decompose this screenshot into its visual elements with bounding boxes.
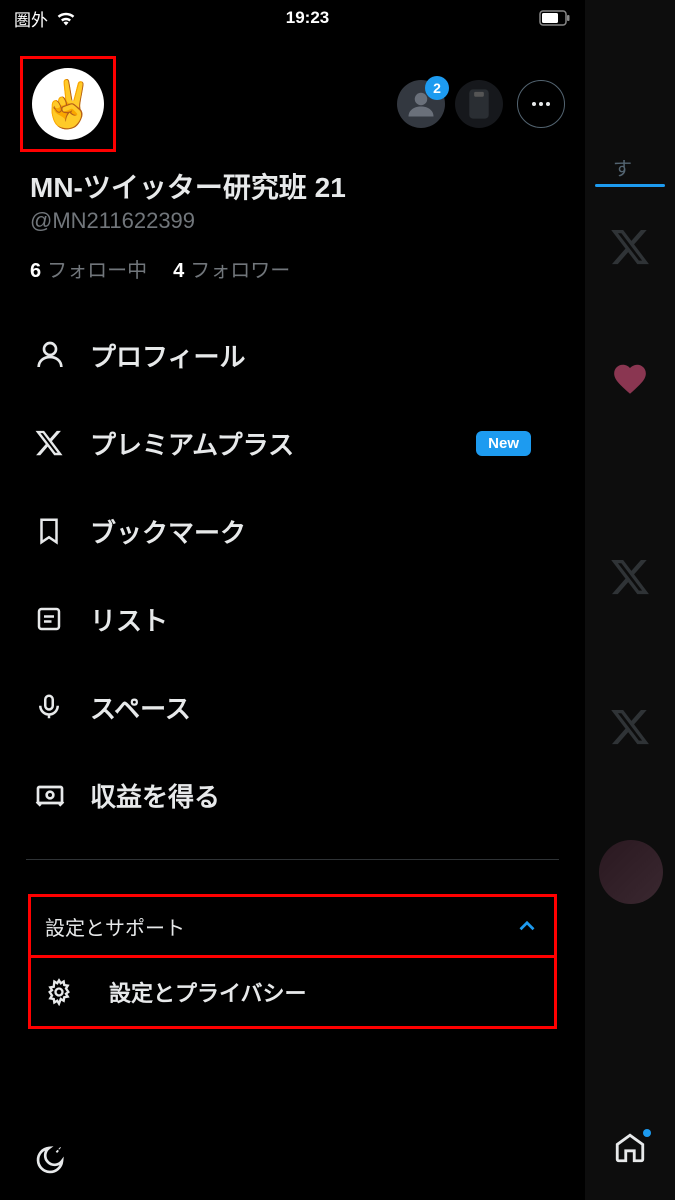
avatar-highlight: ✌️ [20, 56, 116, 152]
status-bar: 圏外 19:23 [0, 0, 585, 36]
settings-item-label: 設定とプライバシー [109, 976, 307, 1008]
new-badge: New [476, 431, 531, 456]
chevron-up-icon [514, 913, 540, 939]
account-switch-1[interactable]: 2 [397, 80, 445, 128]
menu-label: プロフィール [90, 337, 245, 374]
settings-section: 設定とサポート 設定とプライバシー [20, 860, 565, 1029]
signal-status: 圏外 [14, 6, 48, 31]
settings-privacy-item[interactable]: 設定とプライバシー [28, 955, 557, 1029]
user-avatar[interactable]: ✌️ [32, 68, 104, 140]
battery-icon [539, 10, 571, 26]
menu-label: プレミアムプラス [90, 425, 294, 462]
menu-monetization[interactable]: 収益を得る [20, 751, 565, 839]
wifi-icon [56, 10, 76, 26]
menu-label: リスト [90, 601, 168, 638]
user-handle[interactable]: @MN211622399 [30, 208, 555, 234]
x-logo-icon [609, 706, 651, 748]
bg-tab-indicator [595, 184, 665, 187]
menu-bookmarks[interactable]: ブックマーク [20, 487, 565, 575]
menu-spaces[interactable]: スペース [20, 663, 565, 751]
side-drawer: 圏外 19:23 ✌️ 2 MN-ツイッター研究班 21 @MN21162239… [0, 0, 585, 1200]
person-icon [34, 339, 90, 371]
x-logo-icon [609, 226, 651, 268]
drawer-header: ✌️ 2 [0, 36, 585, 152]
heart-icon [611, 360, 649, 398]
background-feed: す [585, 0, 675, 1200]
bg-tab-label: す [613, 154, 632, 181]
more-accounts-button[interactable] [517, 80, 565, 128]
x-icon [34, 428, 90, 458]
mic-icon [34, 692, 90, 722]
settings-header-label: 設定とサポート [45, 912, 185, 941]
following-link[interactable]: 6フォロー中 [30, 254, 147, 283]
settings-support-toggle[interactable]: 設定とサポート [28, 894, 557, 958]
theme-toggle[interactable] [34, 1144, 66, 1176]
money-icon [34, 779, 90, 811]
account-switch-2[interactable] [455, 80, 503, 128]
bg-avatar [599, 840, 663, 904]
home-icon[interactable] [613, 1131, 647, 1170]
main-menu: プロフィール プレミアムプラス New ブックマーク リスト スペース 収益を得… [0, 283, 585, 1029]
menu-premium[interactable]: プレミアムプラス New [20, 399, 565, 487]
menu-lists[interactable]: リスト [20, 575, 565, 663]
x-logo-icon [609, 556, 651, 598]
menu-label: 収益を得る [90, 777, 220, 814]
profile-summary: MN-ツイッター研究班 21 @MN211622399 6フォロー中 4フォロワ… [0, 152, 585, 283]
moon-icon [34, 1144, 66, 1176]
menu-label: ブックマーク [90, 513, 246, 550]
menu-label: スペース [90, 689, 191, 726]
notification-badge: 2 [425, 76, 449, 100]
menu-profile[interactable]: プロフィール [20, 311, 565, 399]
gear-icon [45, 978, 109, 1006]
bookmark-icon [34, 516, 90, 546]
clock: 19:23 [76, 8, 539, 28]
display-name[interactable]: MN-ツイッター研究班 21 [30, 166, 555, 206]
followers-link[interactable]: 4フォロワー [173, 254, 290, 283]
list-icon [34, 604, 90, 634]
